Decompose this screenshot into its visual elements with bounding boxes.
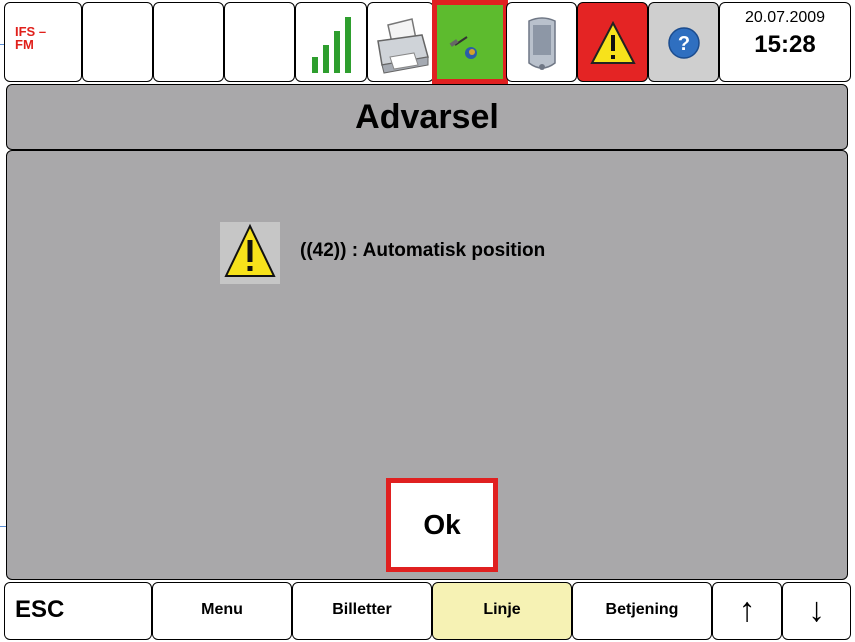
printer-button[interactable] — [367, 2, 434, 82]
menu-button[interactable]: Menu — [152, 582, 292, 640]
esc-button[interactable]: ESC — [4, 582, 152, 640]
ifs-fm-logo: IFS – FM — [4, 2, 82, 82]
esc-label: ESC — [15, 596, 65, 623]
date-time-display: 20.07.2009 15:28 — [719, 2, 851, 82]
signal-strength-button[interactable] — [295, 2, 367, 82]
svg-text:?: ? — [678, 33, 690, 55]
top-empty-slot-2 — [153, 2, 224, 82]
signal-bars-icon — [312, 17, 351, 73]
gps-highlight-frame — [432, 0, 508, 84]
billetter-button[interactable]: Billetter — [292, 582, 432, 640]
ok-button-label: Ok — [423, 509, 461, 540]
help-icon: ? — [668, 27, 700, 59]
time-text: 15:28 — [754, 31, 816, 58]
scroll-down-button[interactable]: ↓ — [782, 582, 851, 640]
betjening-button[interactable]: Betjening — [572, 582, 712, 640]
top-empty-slot-3 — [224, 2, 295, 82]
scroll-up-button[interactable]: ↑ — [712, 582, 782, 640]
menu-label: Menu — [201, 601, 243, 618]
top-empty-slot-1 — [82, 2, 153, 82]
betjening-label: Betjening — [605, 601, 679, 618]
linje-label: Linje — [483, 601, 521, 618]
warning-icon — [220, 222, 280, 284]
warning-button[interactable] — [577, 2, 648, 82]
dialog-title: Advarsel — [355, 98, 499, 136]
dialog-title-bar: Advarsel — [6, 84, 848, 150]
warning-message: ((42)) : Automatisk position — [300, 240, 546, 261]
help-button[interactable]: ? — [648, 2, 719, 82]
device-button[interactable] — [506, 2, 577, 82]
printer-icon — [377, 18, 429, 74]
arrow-down-icon: ↓ — [808, 591, 825, 629]
warning-icon — [590, 20, 636, 64]
device-icon — [528, 17, 556, 70]
linje-button[interactable]: Linje — [432, 582, 572, 640]
arrow-up-icon: ↑ — [738, 591, 756, 629]
date-text: 20.07.2009 — [744, 9, 826, 26]
billetter-label: Billetter — [332, 601, 392, 618]
ok-button[interactable]: Ok — [386, 478, 498, 572]
